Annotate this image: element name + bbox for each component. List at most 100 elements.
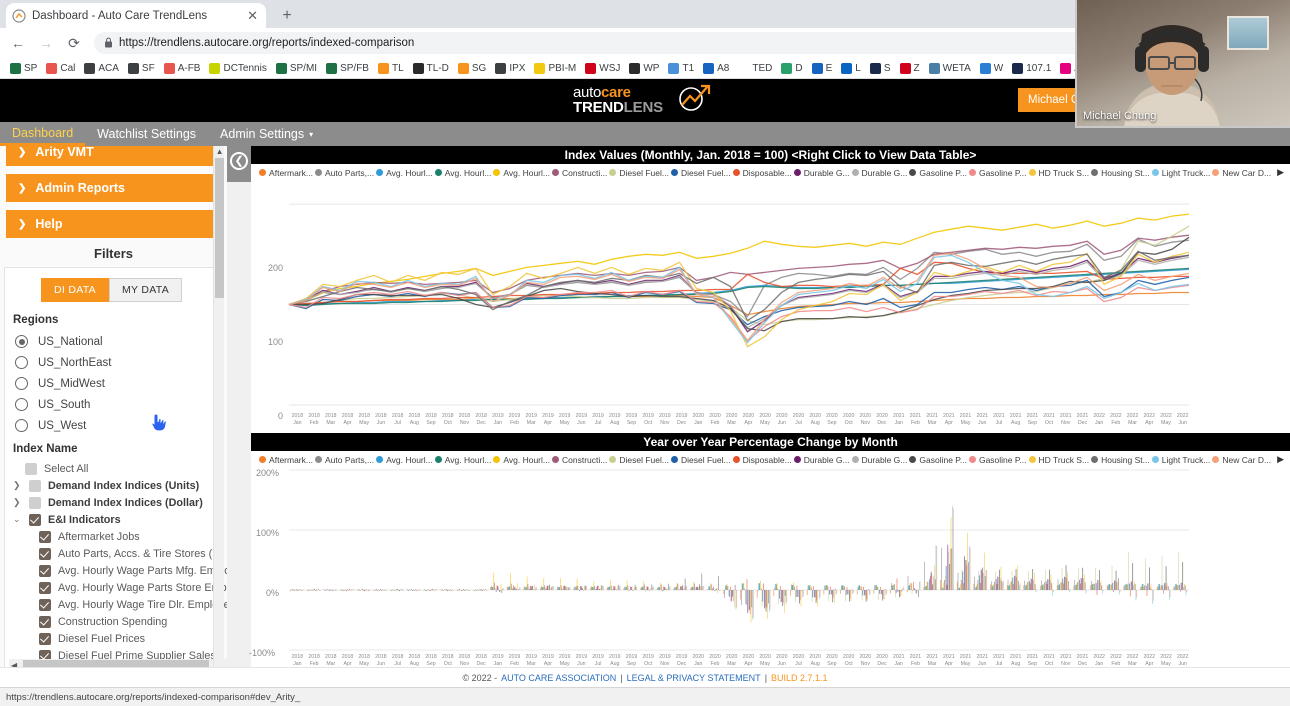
bookmark-item[interactable]: SP/FB (322, 59, 373, 77)
legend-item[interactable]: Diesel Fuel... (670, 168, 731, 178)
bookmark-item[interactable]: SP/MI (272, 59, 321, 77)
region-radio-us_south[interactable]: US_South (13, 394, 210, 415)
region-radio-us_national[interactable]: US_National (13, 331, 210, 352)
legend-item[interactable]: Light Truck... (1151, 168, 1210, 178)
my-data-button[interactable]: MY DATA (108, 278, 183, 302)
region-radio-us_northeast[interactable]: US_NorthEast (13, 352, 210, 373)
index-values-plot[interactable]: 200 100 0 (251, 181, 1290, 421)
bookmark-item[interactable]: SG (454, 59, 490, 77)
bookmark-item[interactable]: DCTennis (205, 59, 270, 77)
legend-item[interactable]: Avg. Hourl... (434, 455, 491, 465)
bookmark-item[interactable]: L (837, 59, 865, 77)
bookmark-item[interactable]: SP (6, 59, 41, 77)
chevron-down-icon[interactable]: ⌄ (13, 514, 22, 525)
legend-item[interactable]: Auto Parts,... (314, 168, 374, 178)
nav-item-admin-settings[interactable]: Admin Settings ▾ (208, 122, 325, 146)
bookmark-item[interactable]: Cal (42, 59, 79, 77)
legend-item[interactable]: Avg. Hourl... (493, 168, 550, 178)
nav-item-dashboard[interactable]: Dashboard (0, 122, 86, 146)
bookmark-item[interactable]: W (976, 59, 1007, 77)
select-all-checkbox[interactable]: Select All (13, 460, 210, 477)
bookmark-item[interactable]: WSJ (581, 59, 624, 77)
checkbox-icon[interactable] (39, 564, 51, 577)
checkbox-icon[interactable] (39, 547, 51, 560)
bookmark-item[interactable]: E (808, 59, 837, 77)
legend-item[interactable]: HD Truck S... (1028, 168, 1089, 178)
legend-item[interactable]: Gasoline P... (968, 455, 1027, 465)
legend-item[interactable]: HD Truck S... (1028, 455, 1089, 465)
chevron-right-icon[interactable]: ❯ (13, 497, 22, 508)
bookmark-item[interactable]: WETA (925, 59, 975, 77)
yoy-change-plot[interactable]: 200% 100% 0% -100% (249, 468, 1290, 658)
reload-icon[interactable]: ⟳ (62, 31, 86, 55)
legend-item[interactable]: Gasoline P... (909, 455, 967, 465)
chevron-right-icon[interactable]: ❯ (13, 480, 22, 491)
checkbox-icon[interactable] (29, 479, 41, 492)
bookmark-item[interactable]: Z (896, 59, 924, 77)
bookmark-item[interactable]: PBI-M (530, 59, 580, 77)
legend-item[interactable]: Housing St... (1091, 455, 1150, 465)
sidebar-item-help[interactable]: ❯ Help (6, 210, 222, 238)
legend-item[interactable]: Diesel Fuel... (609, 455, 669, 465)
legend-item[interactable]: Diesel Fuel... (609, 168, 669, 178)
legend-item[interactable]: Diesel Fuel... (670, 455, 731, 465)
bookmark-item[interactable]: D (777, 59, 806, 77)
legend-item[interactable]: Durable G... (851, 168, 907, 178)
legend-item[interactable]: Aftermark... (259, 168, 313, 178)
legend-next-arrow-icon[interactable]: ▶ (1277, 454, 1284, 465)
legend-item[interactable]: Disposable... (732, 168, 792, 178)
legend-item[interactable]: Durable G... (793, 455, 850, 465)
legend-item[interactable]: Light Truck... (1151, 455, 1210, 465)
legend-item[interactable]: New Car D... (1212, 455, 1271, 465)
bookmark-item[interactable]: TL-D (409, 59, 453, 77)
radio-icon[interactable] (15, 356, 28, 369)
index-item[interactable]: Avg. Hourly Wage Tire Dlr. Employees (13, 596, 227, 613)
checkbox-icon[interactable] (39, 598, 51, 611)
new-tab-button[interactable]: + (276, 6, 298, 26)
legend-item[interactable]: Constructi... (552, 455, 607, 465)
bookmark-item[interactable]: WP (625, 59, 663, 77)
checkbox-icon[interactable] (29, 513, 41, 526)
sidebar-item-arity-vmt[interactable]: ❯ Arity VMT (6, 146, 222, 166)
legend-item[interactable]: Gasoline P... (909, 168, 967, 178)
legend-item[interactable]: Housing St... (1091, 168, 1150, 178)
index-group-demand-index-indices-units-[interactable]: ❯ Demand Index Indices (Units) (13, 477, 210, 494)
region-radio-us_midwest[interactable]: US_MidWest (13, 373, 210, 394)
legend-item[interactable]: Avg. Hourl... (376, 455, 433, 465)
checkbox-icon[interactable] (25, 462, 37, 475)
bookmark-item[interactable]: IPX (491, 59, 529, 77)
checkbox-icon[interactable] (29, 496, 41, 509)
legend-item[interactable]: Avg. Hourl... (493, 455, 550, 465)
radio-icon[interactable] (15, 398, 28, 411)
index-item[interactable]: Construction Spending (13, 613, 210, 630)
radio-icon[interactable] (15, 419, 28, 432)
bookmark-item[interactable]: A-FB (160, 59, 205, 77)
radio-icon[interactable] (15, 335, 28, 348)
bookmark-item[interactable]: S (866, 59, 895, 77)
bookmark-item[interactable]: TL (374, 59, 408, 77)
sidebar-collapse-button[interactable]: ❮ (227, 146, 252, 182)
legend-item[interactable]: Constructi... (552, 168, 607, 178)
footer-legal-link[interactable]: LEGAL & PRIVACY STATEMENT (627, 673, 761, 683)
bookmark-item[interactable]: T1 (664, 59, 698, 77)
radio-icon[interactable] (15, 377, 28, 390)
bookmark-item[interactable]: SF (124, 59, 159, 77)
legend-item[interactable]: Auto Parts,... (314, 455, 374, 465)
legend-item[interactable]: New Car D... (1212, 168, 1271, 178)
checkbox-icon[interactable] (39, 581, 51, 594)
bookmark-item[interactable]: 107.1 (1008, 59, 1055, 77)
nav-item-watchlist-settings[interactable]: Watchlist Settings (85, 122, 208, 146)
back-icon[interactable]: ← (6, 31, 30, 55)
legend-item[interactable]: Disposable... (732, 455, 792, 465)
bookmark-item[interactable]: TED (734, 59, 776, 77)
legend-item[interactable]: Durable G... (851, 455, 907, 465)
tab-close-icon[interactable]: ✕ (245, 9, 260, 22)
bookmark-item[interactable]: A8 (699, 59, 733, 77)
region-radio-us_west[interactable]: US_West (13, 415, 210, 436)
video-call-overlay[interactable]: Michael Chung (1075, 0, 1290, 128)
index-item[interactable]: Avg. Hourly Wage Parts Mfg. Employees (13, 562, 227, 579)
checkbox-icon[interactable] (39, 530, 51, 543)
index-group-demand-index-indices-dollar-[interactable]: ❯ Demand Index Indices (Dollar) (13, 494, 210, 511)
v-scroll-thumb[interactable] (215, 158, 225, 298)
legend-item[interactable]: Durable G... (793, 168, 850, 178)
